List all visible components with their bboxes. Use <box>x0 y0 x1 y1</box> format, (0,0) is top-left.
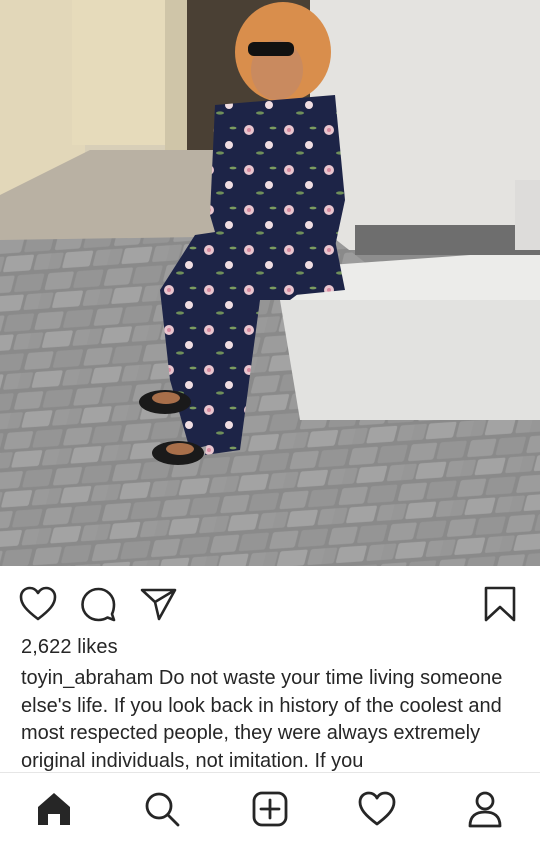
post-photo[interactable] <box>0 0 540 566</box>
paper-plane-icon[interactable] <box>138 584 178 624</box>
post-photo-illustration <box>0 0 540 566</box>
search-icon[interactable] <box>140 787 184 831</box>
heart-activity-icon[interactable] <box>355 787 399 831</box>
post-action-bar <box>0 566 540 636</box>
profile-icon[interactable] <box>463 787 507 831</box>
post-caption: toyin_abraham Do not waste your time liv… <box>21 665 526 773</box>
home-icon[interactable] <box>32 787 76 831</box>
bookmark-icon[interactable] <box>480 584 520 624</box>
likes-count[interactable]: 2,622 likes <box>21 636 118 659</box>
caption-username[interactable]: toyin_abraham <box>21 667 153 689</box>
heart-outline-icon[interactable] <box>18 584 58 624</box>
add-post-icon[interactable] <box>248 787 292 831</box>
bottom-navigation <box>0 772 540 845</box>
comment-bubble-icon[interactable] <box>78 584 118 624</box>
